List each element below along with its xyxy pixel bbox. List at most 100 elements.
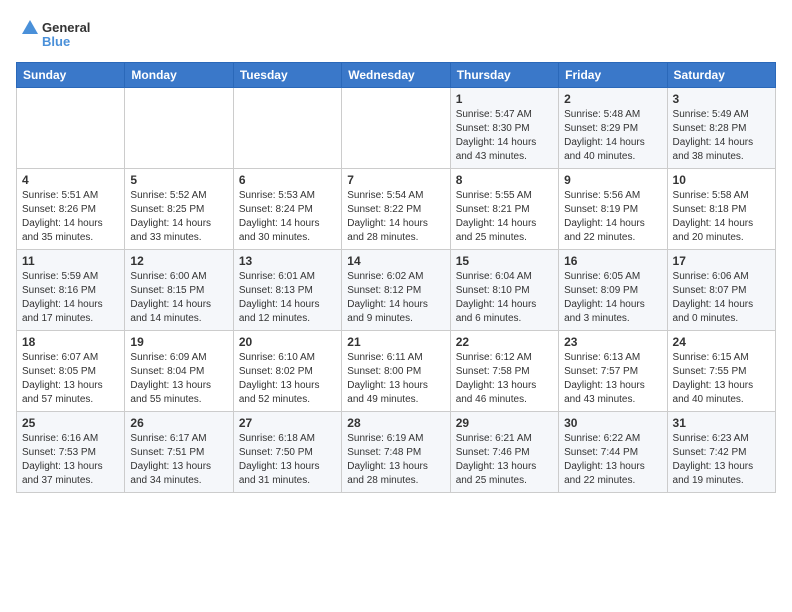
calendar-cell: 5Sunrise: 5:52 AMSunset: 8:25 PMDaylight… [125,169,233,250]
calendar-cell: 29 Sunrise: 6:21 AMSunset: 7:46 PMDayligh… [450,412,558,493]
day-number: 18 [22,335,119,349]
calendar-cell: 23 Sunrise: 6:13 AMSunset: 7:57 PMDayligh… [559,331,667,412]
day-number: 5 [130,173,227,187]
day-number: 25 [22,416,119,430]
day-number: 28 [347,416,444,430]
day-number: 3 [673,92,770,106]
day-number: 12 [130,254,227,268]
weekday-header-sunday: Sunday [17,63,125,88]
day-number: 17 [673,254,770,268]
logo-svg: General Blue [16,16,106,52]
day-number: 6 [239,173,336,187]
day-info: Sunrise: 5:54 AMSunset: 8:22 PMDaylight:… [347,189,444,245]
calendar-cell: 28 Sunrise: 6:19 AMSunset: 7:48 PMDayligh… [342,412,450,493]
weekday-header-thursday: Thursday [450,63,558,88]
calendar-cell: 13 Sunrise: 6:01 AMSunset: 8:13 PMDayligh… [233,250,341,331]
weekday-header-tuesday: Tuesday [233,63,341,88]
day-number: 21 [347,335,444,349]
calendar-cell: 19 Sunrise: 6:09 AMSunset: 8:04 PMDayligh… [125,331,233,412]
calendar-cell: 12Sunrise: 6:00 AMSunset: 8:15 PMDayligh… [125,250,233,331]
calendar-cell: 8Sunrise: 5:55 AMSunset: 8:21 PMDaylight… [450,169,558,250]
calendar-cell: 26 Sunrise: 6:17 AMSunset: 7:51 PMDayligh… [125,412,233,493]
day-number: 26 [130,416,227,430]
svg-text:General: General [42,20,90,35]
day-number: 27 [239,416,336,430]
day-info: Sunrise: 6:02 AMSunset: 8:12 PMDaylight:… [347,270,444,326]
day-number: 22 [456,335,553,349]
day-info: Sunrise: 6:05 AMSunset: 8:09 PMDaylight:… [564,270,661,326]
day-info: Sunrise: 6:06 AMSunset: 8:07 PMDaylight:… [673,270,770,326]
weekday-header-friday: Friday [559,63,667,88]
weekday-header-row: SundayMondayTuesdayWednesdayThursdayFrid… [17,63,776,88]
weekday-header-saturday: Saturday [667,63,775,88]
day-number: 9 [564,173,661,187]
calendar-cell: 18 Sunrise: 6:07 AMSunset: 8:05 PMDayligh… [17,331,125,412]
day-info: Sunrise: 6:18 AMSunset: 7:50 PMDaylight:… [239,432,336,488]
day-number: 20 [239,335,336,349]
day-number: 11 [22,254,119,268]
day-number: 7 [347,173,444,187]
calendar-cell: 17 Sunrise: 6:06 AMSunset: 8:07 PMDayligh… [667,250,775,331]
calendar-cell: 31 Sunrise: 6:23 AMSunset: 7:42 PMDayligh… [667,412,775,493]
day-info: Sunrise: 6:19 AMSunset: 7:48 PMDaylight:… [347,432,444,488]
calendar-cell: 16 Sunrise: 6:05 AMSunset: 8:09 PMDayligh… [559,250,667,331]
day-number: 24 [673,335,770,349]
day-number: 14 [347,254,444,268]
day-info: Sunrise: 6:10 AMSunset: 8:02 PMDaylight:… [239,351,336,407]
svg-text:Blue: Blue [42,34,70,49]
day-info: Sunrise: 5:59 AMSunset: 8:16 PMDaylight:… [22,270,119,326]
day-info: Sunrise: 6:12 AMSunset: 7:58 PMDaylight:… [456,351,553,407]
day-number: 13 [239,254,336,268]
calendar-cell: 21Sunrise: 6:11 AMSunset: 8:00 PMDayligh… [342,331,450,412]
calendar-cell: 24 Sunrise: 6:15 AMSunset: 7:55 PMDayligh… [667,331,775,412]
logo: General Blue [16,16,106,52]
day-number: 15 [456,254,553,268]
calendar-cell: 30 Sunrise: 6:22 AMSunset: 7:44 PMDayligh… [559,412,667,493]
day-number: 29 [456,416,553,430]
day-number: 31 [673,416,770,430]
calendar-cell: 7 Sunrise: 5:54 AMSunset: 8:22 PMDaylight… [342,169,450,250]
day-number: 1 [456,92,553,106]
day-info: Sunrise: 6:21 AMSunset: 7:46 PMDaylight:… [456,432,553,488]
day-number: 2 [564,92,661,106]
day-info: Sunrise: 6:07 AMSunset: 8:05 PMDaylight:… [22,351,119,407]
day-number: 4 [22,173,119,187]
calendar-cell: 25 Sunrise: 6:16 AMSunset: 7:53 PMDayligh… [17,412,125,493]
day-info: Sunrise: 5:53 AMSunset: 8:24 PMDaylight:… [239,189,336,245]
calendar-cell: 4 Sunrise: 5:51 AMSunset: 8:26 PMDaylight… [17,169,125,250]
calendar-cell: 15Sunrise: 6:04 AMSunset: 8:10 PMDayligh… [450,250,558,331]
day-info: Sunrise: 5:55 AMSunset: 8:21 PMDaylight:… [456,189,553,245]
day-info: Sunrise: 6:17 AMSunset: 7:51 PMDaylight:… [130,432,227,488]
week-row-2: 4 Sunrise: 5:51 AMSunset: 8:26 PMDaylight… [17,169,776,250]
day-info: Sunrise: 5:47 AMSunset: 8:30 PMDaylight:… [456,108,553,164]
calendar-cell [233,88,341,169]
header: General Blue [16,16,776,52]
week-row-5: 25 Sunrise: 6:16 AMSunset: 7:53 PMDayligh… [17,412,776,493]
day-info: Sunrise: 6:16 AMSunset: 7:53 PMDaylight:… [22,432,119,488]
day-info: Sunrise: 6:09 AMSunset: 8:04 PMDaylight:… [130,351,227,407]
calendar-cell: 1 Sunrise: 5:47 AMSunset: 8:30 PMDaylight… [450,88,558,169]
day-number: 19 [130,335,227,349]
calendar-cell: 3Sunrise: 5:49 AMSunset: 8:28 PMDaylight… [667,88,775,169]
calendar-cell: 2 Sunrise: 5:48 AMSunset: 8:29 PMDaylight… [559,88,667,169]
day-info: Sunrise: 5:48 AMSunset: 8:29 PMDaylight:… [564,108,661,164]
day-info: Sunrise: 5:56 AMSunset: 8:19 PMDaylight:… [564,189,661,245]
day-info: Sunrise: 6:23 AMSunset: 7:42 PMDaylight:… [673,432,770,488]
calendar-cell: 10Sunrise: 5:58 AMSunset: 8:18 PMDayligh… [667,169,775,250]
calendar-cell [17,88,125,169]
calendar-cell: 11 Sunrise: 5:59 AMSunset: 8:16 PMDayligh… [17,250,125,331]
day-number: 23 [564,335,661,349]
week-row-4: 18 Sunrise: 6:07 AMSunset: 8:05 PMDayligh… [17,331,776,412]
day-number: 30 [564,416,661,430]
day-number: 16 [564,254,661,268]
calendar-cell: 6 Sunrise: 5:53 AMSunset: 8:24 PMDaylight… [233,169,341,250]
calendar-cell: 27 Sunrise: 6:18 AMSunset: 7:50 PMDayligh… [233,412,341,493]
calendar-cell: 14 Sunrise: 6:02 AMSunset: 8:12 PMDayligh… [342,250,450,331]
day-info: Sunrise: 6:15 AMSunset: 7:55 PMDaylight:… [673,351,770,407]
weekday-header-monday: Monday [125,63,233,88]
day-info: Sunrise: 5:51 AMSunset: 8:26 PMDaylight:… [22,189,119,245]
week-row-3: 11 Sunrise: 5:59 AMSunset: 8:16 PMDayligh… [17,250,776,331]
day-info: Sunrise: 6:01 AMSunset: 8:13 PMDaylight:… [239,270,336,326]
day-info: Sunrise: 6:13 AMSunset: 7:57 PMDaylight:… [564,351,661,407]
day-info: Sunrise: 6:22 AMSunset: 7:44 PMDaylight:… [564,432,661,488]
